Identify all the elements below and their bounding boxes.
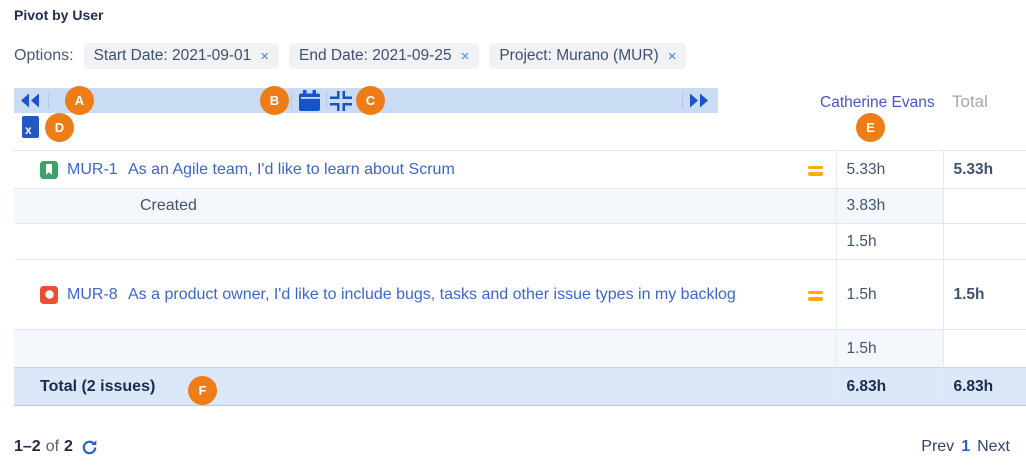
double-chevron-right-icon[interactable] (688, 93, 710, 108)
filter-chip-project: Project: Murano (MUR) × (489, 43, 686, 69)
annotation-badge-d: D (45, 113, 74, 142)
filter-chip-end-date: End Date: 2021-09-25 × (289, 43, 479, 69)
priority-medium-icon (808, 166, 823, 176)
issue-key-link[interactable]: MUR-8 (67, 284, 120, 306)
filter-chip-label: Start Date: 2021-09-01 (94, 47, 252, 65)
table-row: 1.5h (14, 224, 1026, 260)
current-page[interactable]: 1 (961, 438, 970, 456)
table-row: MUR-1 As an Agile team, I'd like to lear… (14, 151, 1026, 189)
next-page-button[interactable]: Next (977, 438, 1010, 456)
row-total-cell (943, 330, 1026, 368)
issue-key-link[interactable]: MUR-1 (67, 159, 120, 181)
total-row: Total (2 issues) 6.83h 6.83h (14, 368, 1026, 406)
hours-cell: 5.33h (836, 151, 943, 189)
pivot-table: MUR-1 As an Agile team, I'd like to lear… (14, 150, 1026, 406)
row-total-cell: 1.5h (943, 260, 1026, 330)
annotation-badge-e: E (856, 113, 885, 142)
grand-total-cell: 6.83h (943, 368, 1026, 406)
column-header-user[interactable]: Catherine Evans (820, 94, 935, 112)
bug-icon (40, 286, 58, 304)
row-total-cell (943, 224, 1026, 260)
issue-summary-link[interactable]: As a product owner, I'd like to include … (128, 284, 798, 306)
table-row: Created 3.83h (14, 189, 1026, 224)
result-count: 1–2 of 2 (14, 438, 98, 456)
toolbar-separator (48, 92, 49, 109)
double-chevron-left-icon[interactable] (19, 93, 41, 108)
column-header-total: Total (952, 92, 988, 112)
page-title: Pivot by User (14, 7, 103, 23)
toolbar-separator (326, 92, 327, 109)
table-row: MUR-8 As a product owner, I'd like to in… (14, 260, 1026, 330)
close-icon[interactable]: × (260, 49, 269, 64)
annotation-badge-b: B (260, 86, 289, 115)
hours-cell: 1.5h (836, 330, 943, 368)
prev-page-button[interactable]: Prev (921, 438, 954, 456)
filter-chip-start-date: Start Date: 2021-09-01 × (84, 43, 279, 69)
result-total: 2 (64, 438, 73, 456)
row-total-cell: 5.33h (943, 151, 1026, 189)
priority-medium-icon (808, 291, 823, 301)
result-range: 1–2 (14, 438, 41, 456)
excel-export-icon[interactable]: x (22, 116, 39, 138)
filter-chip-label: Project: Murano (MUR) (499, 47, 658, 65)
close-icon[interactable]: × (461, 49, 470, 64)
row-total-cell (943, 189, 1026, 224)
issue-summary-link[interactable]: As an Agile team, I'd like to learn abou… (128, 159, 798, 181)
annotation-badge-a: A (65, 86, 94, 115)
hours-cell: 3.83h (836, 189, 943, 224)
hours-cell: 1.5h (836, 224, 943, 260)
story-icon (40, 161, 58, 179)
calendar-icon[interactable] (298, 90, 321, 111)
total-hours-cell: 6.83h (836, 368, 943, 406)
toolbar-separator (682, 92, 683, 109)
breakdown-label: Created (14, 197, 836, 215)
pagination: Prev 1 Next (921, 438, 1010, 456)
pivot-by-user-report: Pivot by User Options: Start Date: 2021-… (0, 0, 1026, 469)
close-icon[interactable]: × (668, 49, 677, 64)
options-label: Options: (14, 47, 74, 65)
filter-chip-label: End Date: 2021-09-25 (299, 47, 452, 65)
collapse-icon[interactable] (330, 91, 352, 111)
toolbar-separator (291, 92, 292, 109)
of-label: of (46, 438, 59, 456)
table-row: 1.5h (14, 330, 1026, 368)
annotation-badge-c: C (356, 86, 385, 115)
page-fold (32, 116, 39, 123)
hours-cell: 1.5h (836, 260, 943, 330)
options-bar: Options: Start Date: 2021-09-01 × End Da… (14, 43, 686, 69)
annotation-badge-f: F (188, 376, 217, 405)
total-row-label: Total (2 issues) (14, 378, 836, 396)
refresh-icon[interactable] (81, 439, 98, 456)
